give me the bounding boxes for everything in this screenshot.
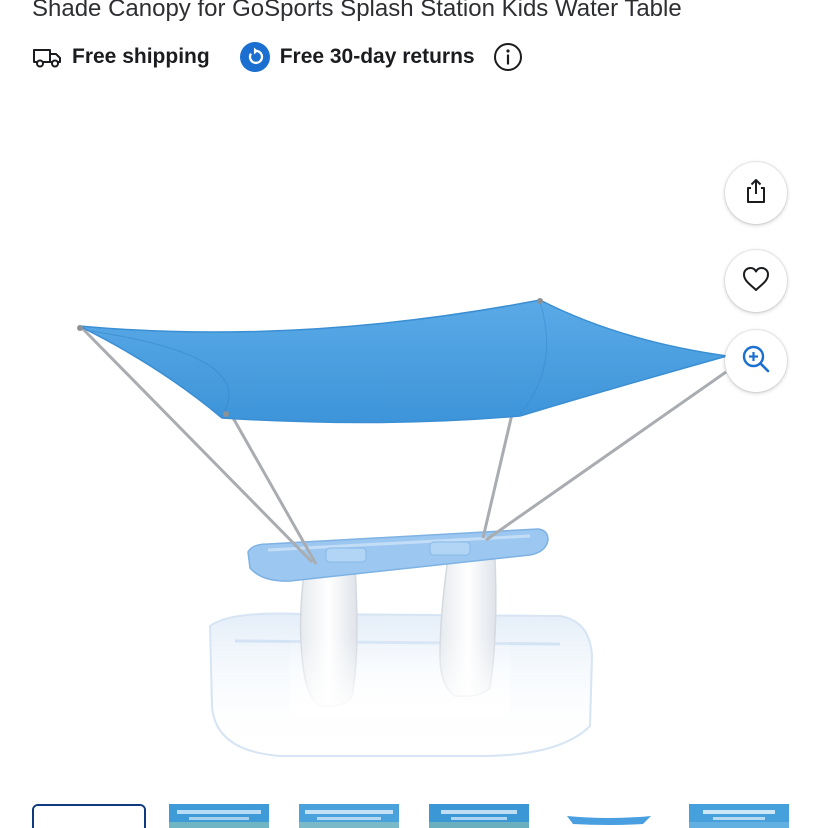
- truck-icon: [32, 45, 62, 69]
- free-returns-badge: Free 30-day returns: [239, 42, 475, 72]
- heart-icon: [741, 265, 771, 298]
- free-shipping-badge: Free shipping: [32, 45, 210, 69]
- thumbnail-strip: [32, 804, 792, 828]
- thumbnail-6[interactable]: [689, 804, 789, 828]
- thumbnail-4[interactable]: [429, 804, 529, 828]
- thumbnail-2[interactable]: [169, 804, 269, 828]
- product-title: Shade Canopy for GoSports Splash Station…: [32, 0, 682, 22]
- return-arrow-icon: [239, 42, 270, 72]
- info-icon[interactable]: [493, 42, 523, 72]
- free-returns-label: Free 30-day returns: [279, 45, 475, 68]
- share-button[interactable]: [725, 162, 787, 224]
- thumbnail-1[interactable]: [32, 804, 146, 828]
- share-icon: [742, 177, 770, 210]
- zoom-button[interactable]: [725, 330, 787, 392]
- thumbnail-5[interactable]: [559, 804, 659, 828]
- free-shipping-label: Free shipping: [72, 45, 210, 68]
- favorite-button[interactable]: [725, 250, 787, 312]
- product-page: Shade Canopy for GoSports Splash Station…: [0, 0, 828, 828]
- delivery-badges: Free shipping Free 30-day returns: [32, 38, 523, 76]
- product-image-viewer[interactable]: [0, 96, 828, 796]
- zoom-in-icon: [740, 343, 772, 380]
- thumbnail-3[interactable]: [299, 804, 399, 828]
- product-image: [77, 298, 728, 757]
